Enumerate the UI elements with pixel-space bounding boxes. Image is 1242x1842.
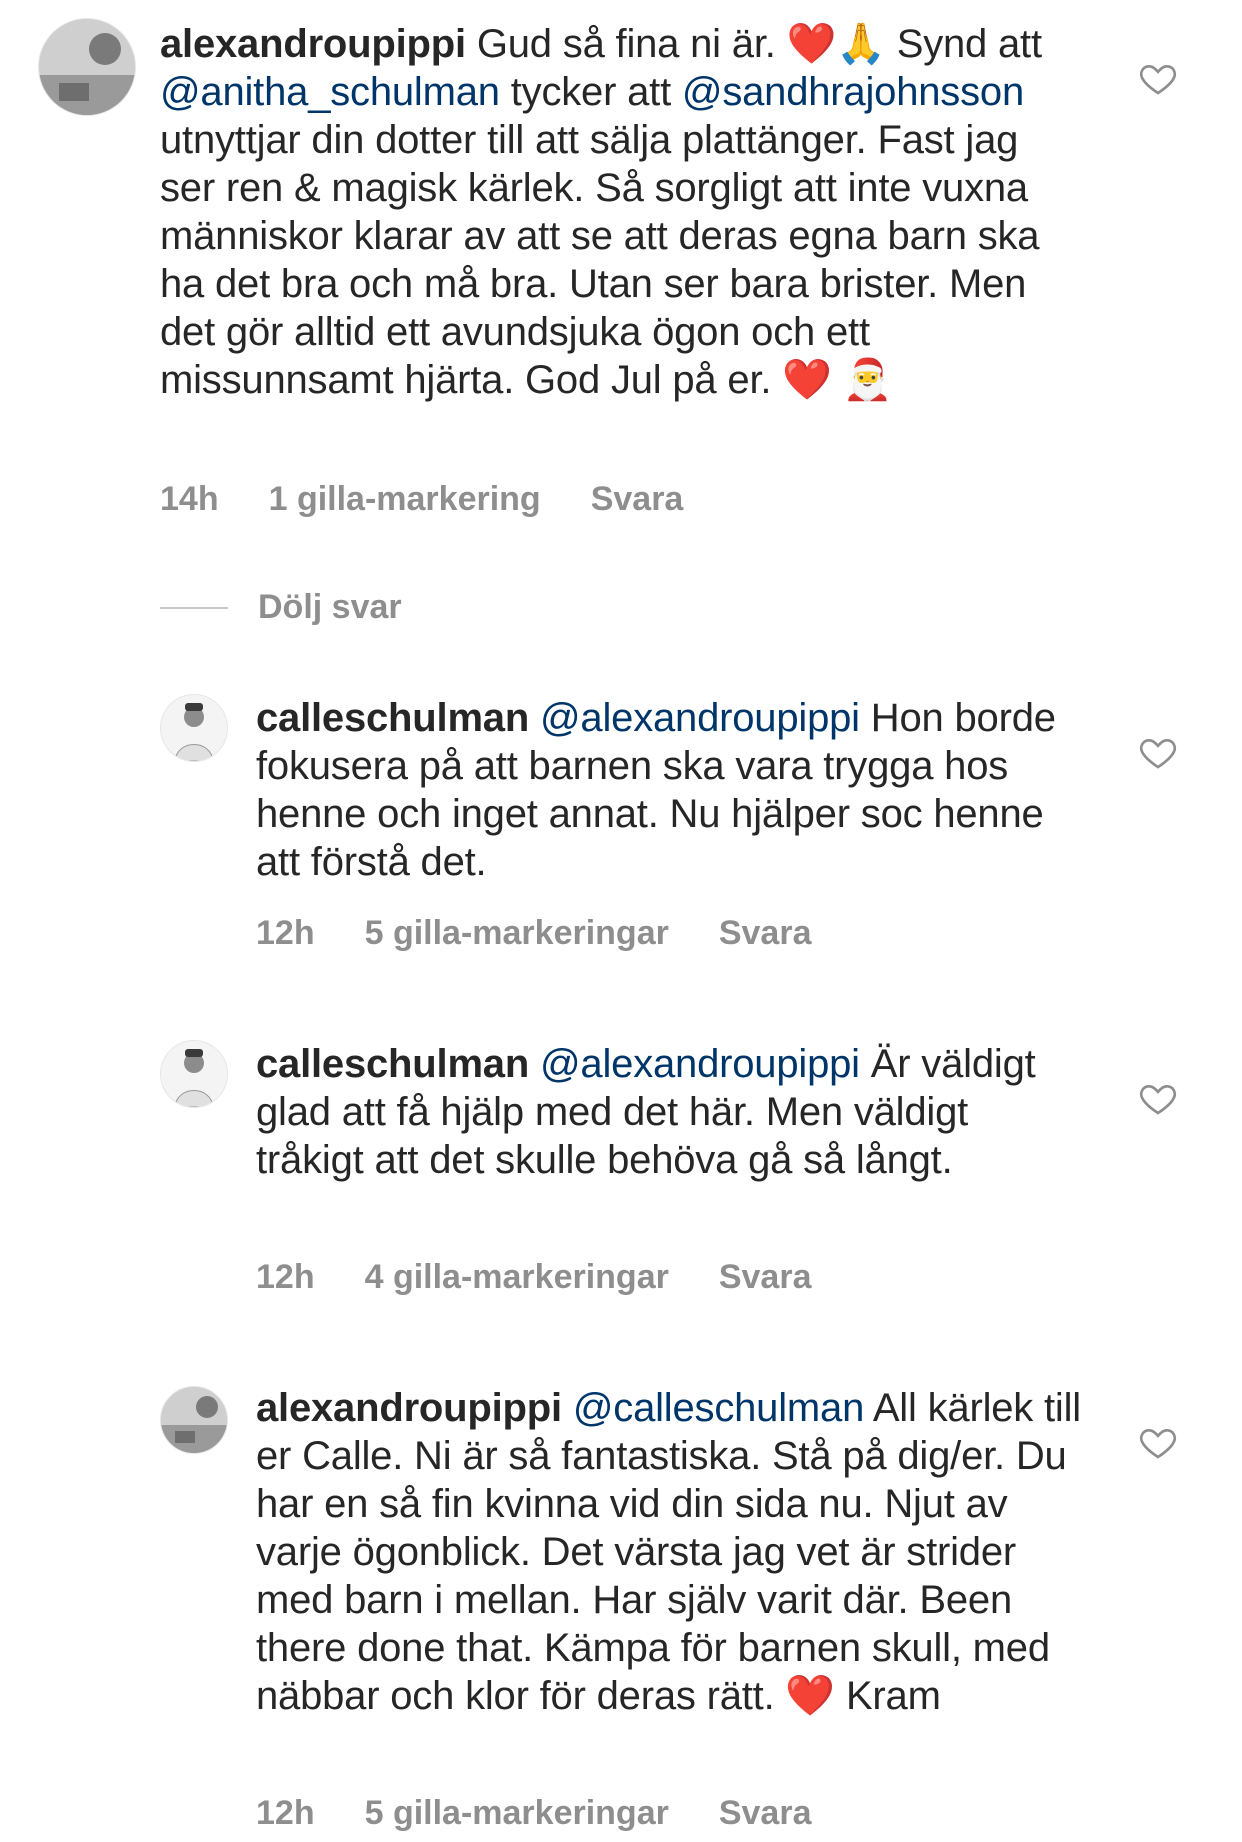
comment-text-run [832, 358, 843, 402]
avatar-image [161, 695, 227, 761]
comment-text: calleschulman @alexandroupippi Hon borde… [256, 694, 1076, 886]
comment-text: alexandroupippi @calleschulman All kärle… [256, 1384, 1086, 1720]
avatar[interactable] [160, 1386, 228, 1454]
comment-time: 12h [256, 1794, 315, 1832]
comment-text-run [562, 1386, 573, 1430]
comment-meta: 12h 4 gilla-markeringar Svara [256, 1258, 811, 1297]
avatar[interactable] [160, 1040, 228, 1108]
reply-button[interactable]: Svara [719, 914, 812, 953]
comment-text-run: utnyttjar din dotter till att sälja plat… [160, 118, 1040, 402]
like-heart-icon[interactable] [1138, 732, 1178, 772]
hide-replies-button[interactable]: Dölj svar [160, 588, 402, 627]
like-heart-icon[interactable] [1138, 58, 1178, 98]
avatar-image [161, 1041, 227, 1107]
avatar-image [161, 1387, 227, 1453]
comment-likes-link[interactable]: 5 gilla-markeringar [365, 1794, 669, 1833]
emoji: ❤️ [782, 357, 832, 403]
comment-meta: 12h 5 gilla-markeringar Svara [256, 914, 811, 953]
reply-button[interactable]: Svara [591, 480, 684, 519]
emoji: 🎅 [842, 357, 893, 403]
mention-link[interactable]: @alexandroupippi [540, 1042, 860, 1086]
comment-text-run: Gud så fina ni är. [465, 22, 787, 66]
comment-time: 12h [256, 1258, 315, 1296]
comment-text-run [529, 696, 540, 740]
comment-text-run [529, 1042, 540, 1086]
comment-likes-link[interactable]: 1 gilla-markering [269, 480, 541, 519]
mention-link[interactable]: @alexandroupippi [540, 696, 860, 740]
comment-username[interactable]: alexandroupippi [160, 22, 466, 66]
avatar[interactable] [160, 694, 228, 762]
emoji: ❤️ [786, 21, 837, 67]
emoji: 🙏 [836, 21, 886, 67]
comment-text-run: tycker att [499, 70, 682, 114]
comment-text-run: Synd att [885, 22, 1042, 66]
comment-username[interactable]: alexandroupippi [256, 1386, 562, 1430]
mention-link[interactable]: @calleschulman [573, 1386, 864, 1430]
comment-username[interactable]: calleschulman [256, 696, 529, 740]
comment-meta: 12h 5 gilla-markeringar Svara [256, 1794, 811, 1833]
like-heart-icon[interactable] [1138, 1078, 1178, 1118]
comment-body: @calleschulman All kärlek till er Calle.… [256, 1386, 1081, 1719]
divider [160, 606, 228, 609]
comment-text: alexandroupippi Gud så fina ni är. ❤️🙏 S… [160, 20, 1080, 404]
reply-button[interactable]: Svara [719, 1794, 812, 1833]
comment-time: 12h [256, 914, 315, 952]
emoji: ❤️ [785, 1673, 836, 1719]
hide-replies-label: Dölj svar [258, 588, 402, 626]
reply-button[interactable]: Svara [719, 1258, 812, 1297]
avatar[interactable] [38, 18, 136, 116]
like-heart-icon[interactable] [1138, 1422, 1178, 1462]
comment-body: Gud så fina ni är. ❤️🙏 Synd att @anitha_… [160, 21, 1042, 403]
comment-meta: 14h 1 gilla-markering Svara [160, 480, 683, 519]
mention-link[interactable]: @anitha_schulman [160, 70, 500, 114]
comment-username[interactable]: calleschulman [256, 1042, 529, 1086]
comment-text-run: Kram [835, 1674, 941, 1718]
comment-time: 14h [160, 480, 219, 518]
comment-likes-link[interactable]: 4 gilla-markeringar [365, 1258, 669, 1297]
mention-link[interactable]: @sandhrajohnsson [682, 70, 1024, 114]
avatar-image [39, 19, 135, 115]
comment-text-run: All kärlek till er Calle. Ni är så fanta… [256, 1386, 1081, 1718]
comment-text: calleschulman @alexandroupippi Är väldig… [256, 1040, 1076, 1184]
comment-likes-link[interactable]: 5 gilla-markeringar [365, 914, 669, 953]
